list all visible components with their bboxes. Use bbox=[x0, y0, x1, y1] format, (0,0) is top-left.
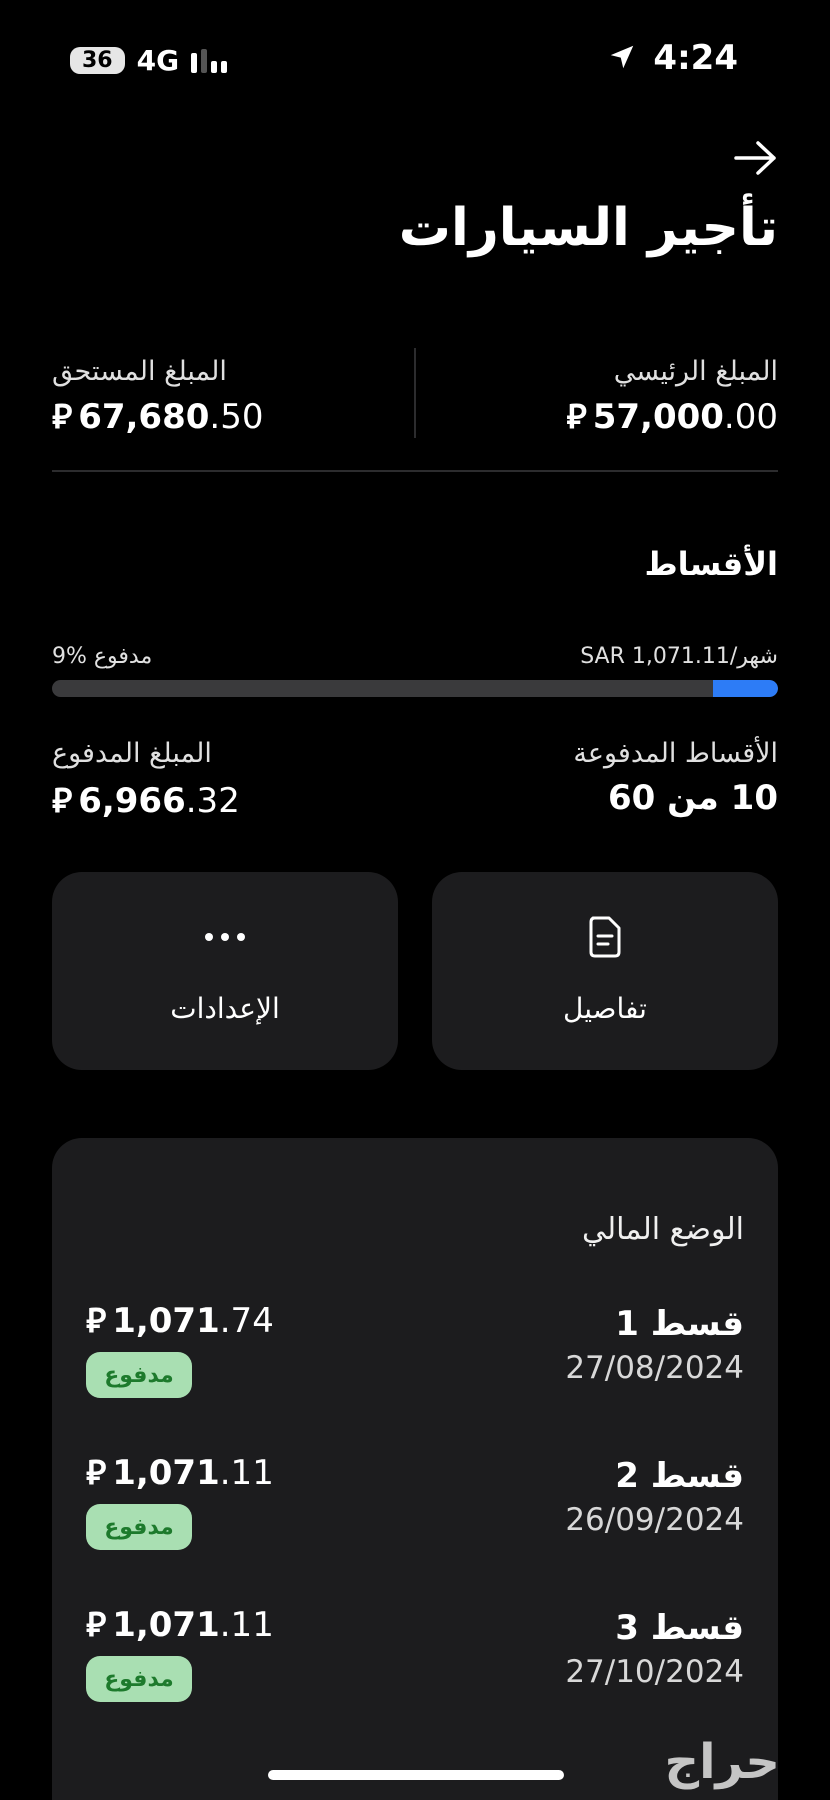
paid-amount-label: المبلغ المدفوع bbox=[52, 738, 212, 769]
installment-date: 26/09/2024 bbox=[565, 1502, 744, 1538]
riyal-icon: ⃁ bbox=[566, 397, 587, 437]
document-icon bbox=[589, 916, 621, 958]
page-title: تأجير السيارات bbox=[398, 198, 778, 258]
progress-fill bbox=[712, 680, 778, 697]
watermark-logo: حراج bbox=[664, 1734, 781, 1790]
installment-name: قسط 1 bbox=[615, 1304, 744, 1344]
battery-indicator: 36 bbox=[70, 47, 125, 74]
network-type: 4G bbox=[136, 44, 180, 77]
installment-amount: ⃁ 1,071.74 bbox=[86, 1301, 274, 1341]
monthly-amount: SAR 1,071.11/شهر bbox=[580, 644, 778, 669]
installments-title: الأقساط bbox=[644, 545, 778, 583]
financial-status-panel: الوضع المالي قسط 1 27/08/2024 ⃁ 1,071.74 … bbox=[52, 1138, 778, 1800]
signal-icon bbox=[191, 48, 228, 73]
principal-amount: ⃁ 57,000.00 bbox=[566, 397, 778, 437]
details-button[interactable]: تفاصيل bbox=[432, 872, 778, 1070]
paid-amount: ⃁ 6,966.32 bbox=[52, 781, 240, 821]
paid-percent: 9% مدفوع bbox=[52, 644, 153, 669]
settings-button[interactable]: الإعدادات bbox=[52, 872, 398, 1070]
location-arrow-icon bbox=[610, 45, 634, 69]
installment-amount: ⃁ 1,071.11 bbox=[86, 1605, 274, 1645]
status-time: 4:24 bbox=[653, 38, 738, 78]
summary-divider bbox=[414, 348, 416, 438]
installment-row[interactable]: قسط 2 26/09/2024 ⃁ 1,071.11 مدفوع bbox=[86, 1453, 744, 1596]
installment-row[interactable]: قسط 3 27/10/2024 ⃁ 1,071.11 مدفوع bbox=[86, 1605, 744, 1748]
installment-date: 27/10/2024 bbox=[565, 1654, 744, 1690]
home-indicator[interactable] bbox=[268, 1770, 564, 1780]
section-divider bbox=[52, 470, 778, 472]
riyal-icon: ⃁ bbox=[86, 1453, 107, 1493]
principal-label: المبلغ الرئيسي bbox=[613, 356, 778, 387]
riyal-icon: ⃁ bbox=[52, 781, 73, 821]
installments-progress-bar bbox=[52, 680, 778, 697]
settings-label: الإعدادات bbox=[170, 992, 280, 1025]
installment-amount: ⃁ 1,071.11 bbox=[86, 1453, 274, 1493]
status-badge: مدفوع bbox=[86, 1656, 192, 1702]
paid-installments-label: الأقساط المدفوعة bbox=[573, 738, 778, 769]
installment-row[interactable]: قسط 1 27/08/2024 ⃁ 1,071.74 مدفوع bbox=[86, 1301, 744, 1444]
riyal-icon: ⃁ bbox=[52, 397, 73, 437]
more-dots-icon bbox=[205, 933, 245, 941]
installment-name: قسط 2 bbox=[615, 1456, 744, 1496]
riyal-icon: ⃁ bbox=[86, 1301, 107, 1341]
back-arrow-icon[interactable] bbox=[732, 138, 778, 178]
financial-status-title: الوضع المالي bbox=[581, 1212, 744, 1247]
paid-installments-value: 10 من 60 bbox=[608, 778, 778, 818]
status-bar-left: 36 4G bbox=[70, 44, 228, 77]
installment-name: قسط 3 bbox=[615, 1608, 744, 1648]
details-label: تفاصيل bbox=[563, 992, 647, 1025]
due-amount: ⃁ 67,680.50 bbox=[52, 397, 264, 437]
status-badge: مدفوع bbox=[86, 1504, 192, 1550]
status-badge: مدفوع bbox=[86, 1352, 192, 1398]
due-label: المبلغ المستحق bbox=[52, 356, 227, 387]
riyal-icon: ⃁ bbox=[86, 1605, 107, 1645]
installment-date: 27/08/2024 bbox=[565, 1350, 744, 1386]
